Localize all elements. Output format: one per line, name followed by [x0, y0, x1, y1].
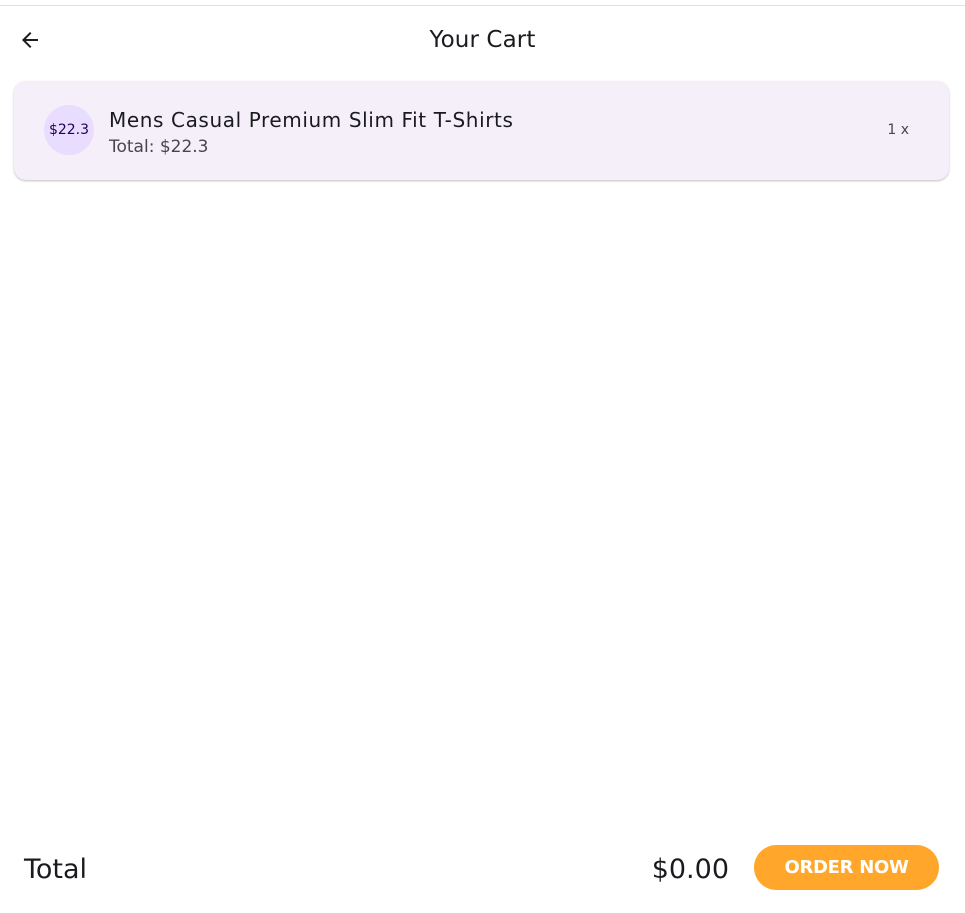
cart-item-title: Mens Casual Premium Slim Fit T-Shirts [109, 108, 514, 132]
cart-item-quantity: 1 x [887, 122, 909, 138]
app-bar: Your Cart [0, 6, 965, 74]
cart-list: $22.3 Mens Casual Premium Slim Fit T-Shi… [14, 81, 949, 180]
price-avatar: $22.3 [44, 105, 94, 155]
cart-screen: Your Cart $22.3 Mens Casual Premium Slim… [0, 5, 965, 913]
cart-item-card[interactable]: $22.3 Mens Casual Premium Slim Fit T-Shi… [14, 81, 949, 180]
cart-footer: Total $0.00 ORDER NOW [0, 838, 965, 906]
order-now-button[interactable]: ORDER NOW [754, 845, 939, 890]
total-label: Total [24, 854, 88, 885]
cart-item-total: Total: $22.3 [109, 137, 209, 157]
total-value: $0.00 [651, 854, 729, 885]
page-title: Your Cart [429, 27, 536, 53]
